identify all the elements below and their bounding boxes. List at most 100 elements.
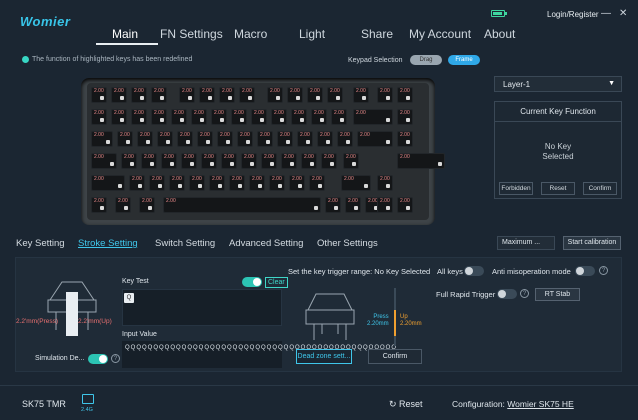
keyboard-key[interactable]: 2.00 bbox=[301, 153, 317, 169]
start-calibration-button[interactable]: Start calibration bbox=[563, 236, 621, 250]
clear-button[interactable]: Clear bbox=[265, 277, 288, 288]
keyboard-key[interactable]: 2.00 bbox=[309, 175, 325, 191]
simulation-toggle[interactable] bbox=[88, 354, 108, 364]
keyboard-key[interactable]: 2.00 bbox=[353, 109, 393, 125]
keyboard-key[interactable]: 2.00 bbox=[189, 175, 205, 191]
keyboard-key[interactable]: 2.00 bbox=[377, 197, 393, 213]
tab-key-setting[interactable]: Key Setting bbox=[16, 238, 65, 249]
close-button[interactable]: ✕ bbox=[619, 8, 627, 19]
keyboard-key[interactable]: 2.00 bbox=[141, 153, 157, 169]
keyboard-key[interactable]: 2.00 bbox=[397, 87, 413, 103]
keyboard-key[interactable]: 2.00 bbox=[219, 87, 235, 103]
keyboard-key[interactable]: 2.00 bbox=[91, 153, 117, 169]
drag-toggle[interactable]: Drag bbox=[410, 55, 442, 65]
frame-toggle[interactable]: Frame bbox=[448, 55, 480, 65]
full-rapid-trigger-toggle[interactable] bbox=[497, 289, 517, 299]
dead-zone-settings-button[interactable]: Dead zone sett... bbox=[296, 349, 352, 364]
keyboard-key[interactable]: 2.00 bbox=[199, 87, 215, 103]
anti-misoperation-toggle[interactable] bbox=[575, 266, 595, 276]
keyboard-key[interactable]: 2.00 bbox=[287, 87, 303, 103]
keyboard-key[interactable]: 2.00 bbox=[177, 131, 193, 147]
keyboard-key[interactable]: 2.00 bbox=[179, 87, 195, 103]
keyboard-key[interactable]: 2.00 bbox=[121, 153, 137, 169]
keyboard-key[interactable]: 2.00 bbox=[191, 109, 207, 125]
tab-main[interactable]: Main bbox=[112, 27, 138, 41]
keyboard-key[interactable]: 2.00 bbox=[343, 153, 359, 169]
input-value-field[interactable]: QQQQQQQQQQQQQQQQQQQQQQQQQQQQQQQQQQQQQQQQ… bbox=[122, 341, 396, 368]
keyboard-key[interactable]: 2.00 bbox=[291, 109, 307, 125]
keyboard-key[interactable]: 2.00 bbox=[131, 109, 147, 125]
keyboard-key[interactable]: 2.00 bbox=[337, 131, 353, 147]
keyboard-key[interactable]: 2.00 bbox=[261, 153, 277, 169]
forbidden-button[interactable]: Forbidden bbox=[499, 182, 533, 195]
keyboard-key[interactable]: 2.00 bbox=[131, 87, 147, 103]
keyboard-key[interactable]: 2.00 bbox=[151, 109, 167, 125]
keyboard-key[interactable]: 2.00 bbox=[397, 131, 413, 147]
keyboard-key[interactable]: 2.00 bbox=[353, 87, 369, 103]
keyboard-key[interactable]: 2.00 bbox=[231, 109, 247, 125]
keyboard-key[interactable]: 2.00 bbox=[117, 131, 133, 147]
tab-stroke-setting[interactable]: Stroke Setting bbox=[78, 238, 138, 249]
tab-switch-setting[interactable]: Switch Setting bbox=[155, 238, 215, 249]
maximum-select[interactable]: Maximum ... bbox=[497, 236, 555, 250]
configuration-select[interactable]: Configuration: Womier SK75 HE bbox=[452, 399, 574, 409]
confirm-stroke-button[interactable]: Confirm bbox=[368, 349, 422, 364]
keyboard-key[interactable]: 2.00 bbox=[181, 153, 197, 169]
keyboard-key[interactable]: 2.00 bbox=[317, 131, 333, 147]
keyboard-key[interactable]: 2.00 bbox=[129, 175, 145, 191]
confirm-key-button[interactable]: Confirm bbox=[583, 182, 617, 195]
tab-about[interactable]: About bbox=[484, 27, 515, 41]
keyboard-key[interactable]: 2.00 bbox=[171, 109, 187, 125]
keyboard-key[interactable]: 2.00 bbox=[161, 153, 177, 169]
keyboard-key[interactable]: 2.00 bbox=[311, 109, 327, 125]
reset-key-button[interactable]: Reset bbox=[541, 182, 575, 195]
keyboard-key[interactable]: 2.00 bbox=[229, 175, 245, 191]
keyboard-key[interactable]: 2.00 bbox=[269, 175, 285, 191]
keyboard-key[interactable]: 2.00 bbox=[307, 87, 323, 103]
login-register-link[interactable]: Login/Register bbox=[547, 10, 599, 19]
keyboard-key[interactable]: 2.00 bbox=[163, 197, 321, 213]
keyboard-key[interactable]: 2.00 bbox=[239, 87, 255, 103]
keyboard-key[interactable]: 2.00 bbox=[241, 153, 257, 169]
keyboard-key[interactable]: 2.00 bbox=[197, 131, 213, 147]
keyboard-key[interactable]: 2.00 bbox=[249, 175, 265, 191]
all-keys-toggle[interactable] bbox=[464, 266, 484, 276]
keyboard-key[interactable]: 2.00 bbox=[325, 197, 341, 213]
keyboard-key[interactable]: 2.00 bbox=[397, 153, 445, 169]
keyboard-key[interactable]: 2.00 bbox=[91, 131, 113, 147]
help-icon[interactable]: ? bbox=[599, 266, 608, 275]
keyboard-key[interactable]: 2.00 bbox=[149, 175, 165, 191]
tab-share[interactable]: Share bbox=[361, 27, 393, 41]
layer-select[interactable]: Layer-1 ▼ bbox=[494, 76, 622, 92]
minimize-button[interactable]: — bbox=[601, 8, 611, 19]
keyboard-key[interactable]: 2.00 bbox=[277, 131, 293, 147]
keyboard-key[interactable]: 2.00 bbox=[321, 153, 337, 169]
help-icon[interactable]: ? bbox=[111, 354, 120, 363]
keyboard-key[interactable]: 2.00 bbox=[341, 175, 371, 191]
keyboard-key[interactable]: 2.00 bbox=[289, 175, 305, 191]
tab-other-settings[interactable]: Other Settings bbox=[317, 238, 378, 249]
keyboard-key[interactable]: 2.00 bbox=[91, 109, 107, 125]
tab-light[interactable]: Light bbox=[299, 27, 325, 41]
keyboard-key[interactable]: 2.00 bbox=[111, 87, 127, 103]
keyboard-key[interactable]: 2.00 bbox=[151, 87, 167, 103]
footer-reset-button[interactable]: ↻ Reset bbox=[389, 399, 423, 410]
keyboard-key[interactable]: 2.00 bbox=[139, 197, 155, 213]
keyboard-key[interactable]: 2.00 bbox=[91, 197, 107, 213]
keyboard-key[interactable]: 2.00 bbox=[377, 87, 393, 103]
keyboard-key[interactable]: 2.00 bbox=[217, 131, 233, 147]
keyboard-key[interactable]: 2.00 bbox=[281, 153, 297, 169]
keyboard-key[interactable]: 2.00 bbox=[211, 109, 227, 125]
keyboard-key[interactable]: 2.00 bbox=[91, 87, 107, 103]
keyboard-key[interactable]: 2.00 bbox=[257, 131, 273, 147]
tab-macro[interactable]: Macro bbox=[234, 27, 267, 41]
keyboard-key[interactable]: 2.00 bbox=[251, 109, 267, 125]
tab-advanced-setting[interactable]: Advanced Setting bbox=[229, 238, 303, 249]
key-test-toggle[interactable] bbox=[242, 277, 262, 287]
keyboard-key[interactable]: 2.00 bbox=[111, 109, 127, 125]
keyboard-key[interactable]: 2.00 bbox=[397, 197, 413, 213]
keyboard-key[interactable]: 2.00 bbox=[201, 153, 217, 169]
keyboard-key[interactable]: 2.00 bbox=[327, 87, 343, 103]
keyboard-key[interactable]: 2.00 bbox=[237, 131, 253, 147]
rt-stab-button[interactable]: RT Stab bbox=[535, 288, 580, 301]
